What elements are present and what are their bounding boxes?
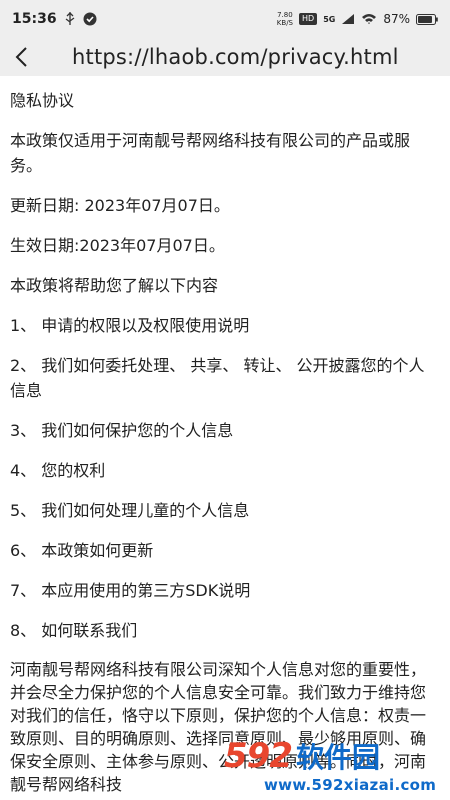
page-content: 隐私协议 本政策仅适用于河南靓号帮网络科技有限公司的产品或服务。 更新日期: 2… — [0, 76, 450, 800]
usb-icon — [65, 12, 74, 25]
watermark-brand-text: 软件园 — [295, 741, 380, 774]
watermark-url: www.592xiazai.com — [264, 776, 437, 794]
toc-item: 7、 本应用使用的第三方SDK说明 — [10, 581, 251, 600]
net-speed-value: 7.80 — [277, 11, 293, 19]
updated-date: 更新日期: 2023年07月07日。 — [10, 196, 230, 215]
wifi-icon — [362, 14, 377, 24]
battery-percent: 87% — [383, 12, 410, 26]
url-text: https://lhaob.com/privacy.html — [72, 45, 399, 69]
toc-item: 2、 我们如何委托处理、 共享、 转让、 公开披露您的个人信息 — [10, 356, 425, 400]
status-right: 7.80 KB/S HD 5G 87% — [277, 11, 438, 27]
toc-item: 1、 申请的权限以及权限使用说明 — [10, 316, 250, 335]
back-button[interactable] — [14, 38, 54, 76]
battery-icon — [416, 13, 438, 25]
status-bar: 15:36 7.80 KB/S HD 5G 87% — [0, 0, 450, 38]
url-bar: https://lhaob.com/privacy.html — [0, 38, 450, 76]
status-time: 15:36 — [12, 11, 57, 27]
watermark-number: 592 — [224, 736, 293, 776]
watermark-brand: 592 软件园 — [224, 736, 380, 776]
toc-item: 6、 本政策如何更新 — [10, 541, 154, 560]
net-speed-unit: KB/S — [276, 19, 293, 27]
back-arrow-icon — [15, 47, 27, 67]
signal-icon — [342, 14, 355, 24]
toc-intro: 本政策将帮助您了解以下内容 — [10, 276, 219, 295]
toc-item: 5、 我们如何处理儿童的个人信息 — [10, 501, 250, 520]
toc-item: 3、 我们如何保护您的个人信息 — [10, 421, 234, 440]
5g-label: 5G — [323, 14, 336, 24]
hd-badge: HD — [299, 13, 318, 25]
effective-date: 生效日期:2023年07月07日。 — [10, 236, 225, 255]
toc-item: 8、 如何联系我们 — [10, 621, 138, 640]
status-left: 15:36 — [12, 11, 97, 27]
page-title: 隐私协议 — [10, 91, 75, 110]
check-shield-icon — [83, 12, 97, 26]
intro-paragraph: 本政策仅适用于河南靓号帮网络科技有限公司的产品或服务。 — [10, 131, 411, 175]
toc-item: 4、 您的权利 — [10, 461, 106, 480]
watermark-logo: 592 软件园 www.592xiazai.com — [224, 736, 446, 794]
net-speed: 7.80 KB/S — [277, 11, 293, 27]
